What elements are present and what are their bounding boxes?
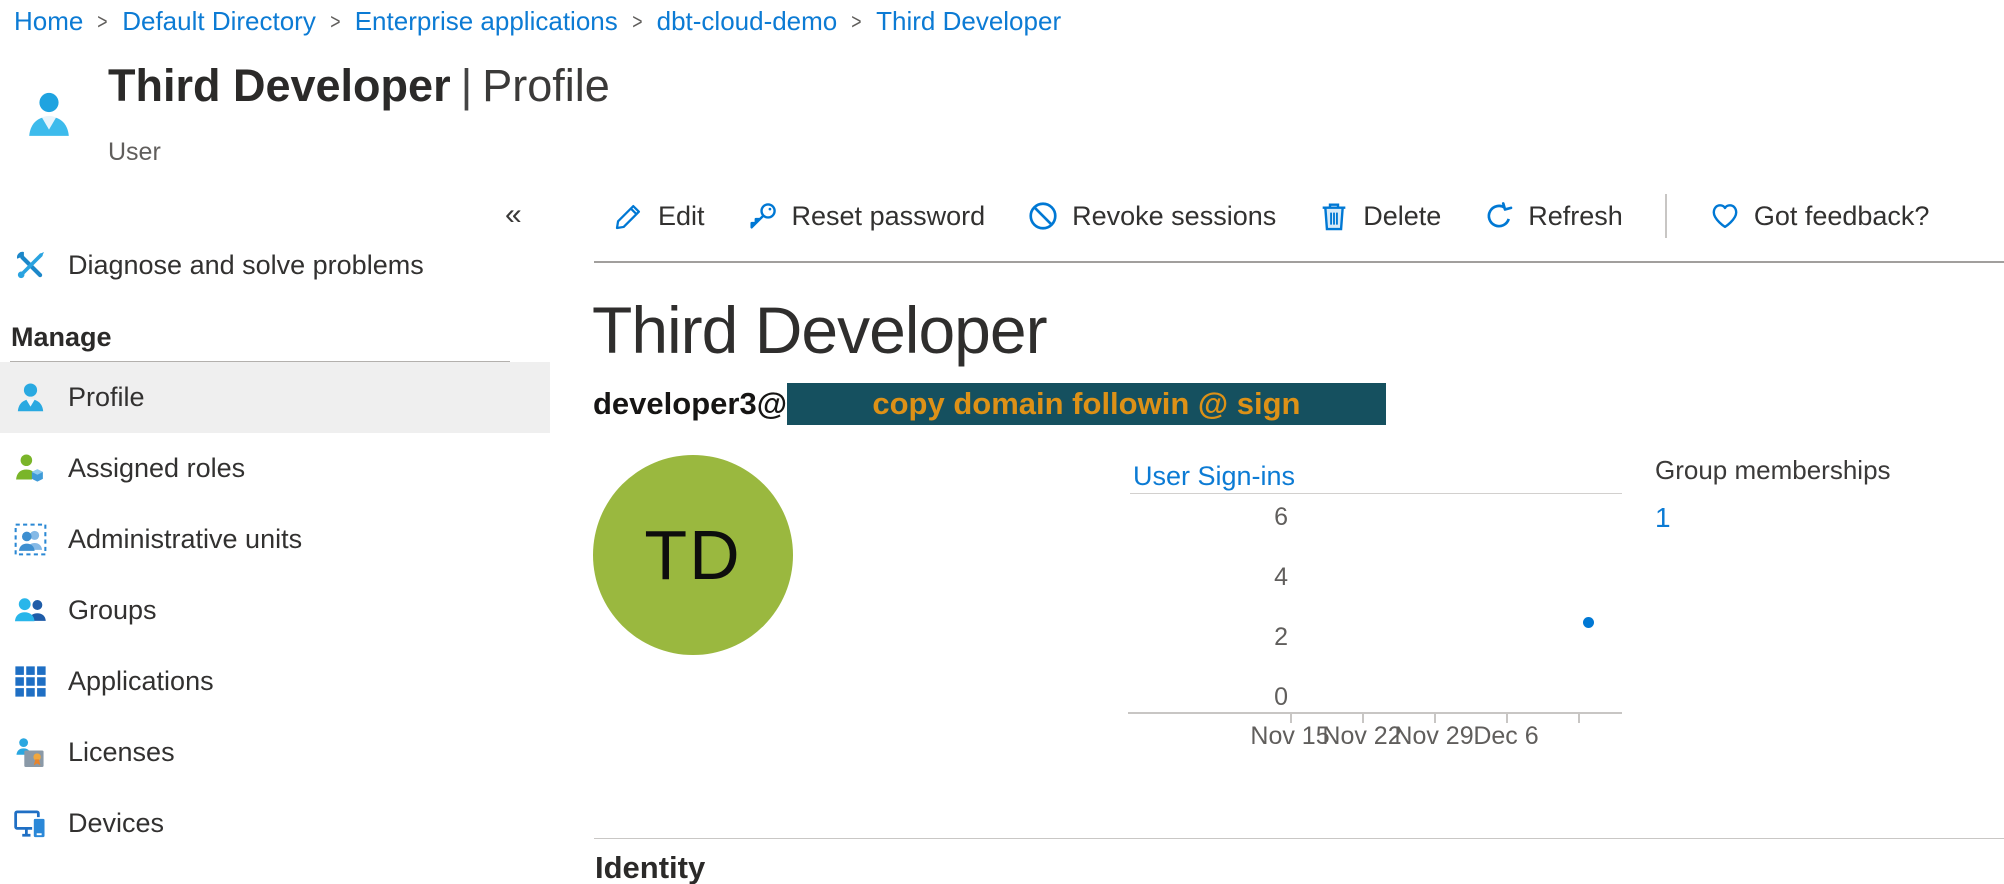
sidebar-item-diagnose[interactable]: Diagnose and solve problems [0, 230, 550, 300]
sidebar-item-groups[interactable]: Groups [0, 575, 550, 646]
toolbar-button-label: Delete [1363, 201, 1441, 232]
breadcrumb-separator: > [320, 9, 351, 35]
toolbar-separator [1665, 194, 1667, 238]
x-axis-tick [1578, 714, 1580, 723]
sidebar-item-licenses[interactable]: Licenses [0, 717, 550, 788]
breadcrumb-separator: > [841, 9, 872, 35]
group-memberships-label: Group memberships [1655, 455, 1891, 486]
page-title-separator: | [451, 60, 483, 111]
page-title-name: Third Developer [108, 60, 451, 111]
user-display-name: Third Developer [592, 292, 1047, 368]
sidebar-item-profile[interactable]: Profile [0, 362, 550, 433]
groups-icon [14, 594, 47, 627]
reset-password-button[interactable]: Reset password [747, 200, 986, 232]
toolbar-button-label: Revoke sessions [1072, 201, 1276, 232]
block-icon [1027, 200, 1059, 232]
sidebar-item-applications[interactable]: Applications [0, 646, 550, 717]
sidebar-item-label: Groups [68, 595, 157, 626]
breadcrumb: Home>Default Directory>Enterprise applic… [14, 6, 1061, 37]
user-avatar-icon [24, 80, 74, 150]
signin-data-point [1583, 617, 1594, 628]
refresh-icon [1483, 200, 1515, 232]
diagnose-tools-icon [14, 249, 47, 282]
breadcrumb-separator: > [87, 9, 118, 35]
page-title-section: Profile [482, 60, 610, 111]
collapse-menu-icon[interactable]: « [505, 198, 522, 232]
command-bar: Edit Reset password Revoke sessions Delete R… [613, 192, 1929, 240]
sidebar-item-label: Profile [68, 382, 145, 413]
breadcrumb-item-default-directory[interactable]: Default Directory [122, 6, 316, 37]
heart-icon [1709, 200, 1741, 232]
identity-section-heading: Identity [595, 850, 705, 884]
sidebar-nav: Profile Assigned roles Administrative unit… [0, 362, 550, 859]
sidebar-item-assigned-roles[interactable]: Assigned roles [0, 433, 550, 504]
toolbar-button-label: Reset password [792, 201, 986, 232]
sidebar-item-label: Assigned roles [68, 453, 245, 484]
sidebar-item-label: Applications [68, 666, 214, 697]
user-signins-chart: User Sign-ins 6420Nov 15Nov 22Nov 29Dec … [1128, 450, 1622, 760]
group-memberships-block: Group memberships 1 [1655, 455, 1891, 534]
toolbar-button-label: Refresh [1528, 201, 1623, 232]
user-signins-link[interactable]: User Sign-ins [1133, 461, 1295, 492]
page-title: Third Developer|Profile [108, 60, 610, 112]
toolbar-button-label: Edit [658, 201, 705, 232]
breadcrumb-separator: > [622, 9, 653, 35]
section-divider [594, 838, 2004, 839]
breadcrumb-item-third-developer[interactable]: Third Developer [876, 6, 1061, 37]
trash-icon [1318, 200, 1350, 232]
profile-person-icon [14, 381, 47, 414]
upn-domain-redaction-overlay: copy domain followin @ sign [787, 383, 1386, 425]
y-axis-tick-label: 2 [1128, 622, 1288, 652]
applications-grid-icon [14, 665, 47, 698]
pencil-icon [613, 200, 645, 232]
y-axis-tick-label: 6 [1128, 502, 1288, 532]
user-profile-blade: Home>Default Directory>Enterprise applic… [0, 0, 2004, 884]
key-icon [747, 200, 779, 232]
sidebar-item-administrative-units[interactable]: Administrative units [0, 504, 550, 575]
y-axis-tick-label: 0 [1128, 682, 1288, 712]
breadcrumb-item-enterprise-applications[interactable]: Enterprise applications [355, 6, 618, 37]
group-memberships-count-link[interactable]: 1 [1655, 502, 1891, 534]
sidebar-item-label: Devices [68, 808, 164, 839]
breadcrumb-item-dbt-cloud-demo[interactable]: dbt-cloud-demo [657, 6, 838, 37]
edit-button[interactable]: Edit [613, 200, 705, 232]
upn-prefix: developer3@ [593, 386, 787, 422]
sidebar-item-label: Administrative units [68, 524, 302, 555]
x-axis-tick-label: Dec 6 [1446, 722, 1566, 751]
chart-top-divider [1130, 493, 1622, 494]
avatar: TD [593, 455, 793, 655]
revoke-sessions-button[interactable]: Revoke sessions [1027, 200, 1276, 232]
devices-icon [14, 807, 47, 840]
toolbar-button-label: Got feedback? [1754, 201, 1930, 232]
sidebar-item-label: Licenses [68, 737, 175, 768]
sidebar-item-devices[interactable]: Devices [0, 788, 550, 859]
administrative-units-icon [14, 523, 47, 556]
y-axis-tick-label: 4 [1128, 562, 1288, 592]
assigned-roles-icon [14, 452, 47, 485]
breadcrumb-item-home[interactable]: Home [14, 6, 83, 37]
got-feedback--button[interactable]: Got feedback? [1709, 200, 1930, 232]
sidebar: Diagnose and solve problems Manage Profi… [0, 230, 550, 859]
page-subtitle: User [108, 138, 161, 167]
licenses-icon [14, 736, 47, 769]
refresh-button[interactable]: Refresh [1483, 200, 1623, 232]
sidebar-section-manage: Manage [0, 300, 550, 361]
user-principal-name: developer3@ copy domain followin @ sign [593, 383, 1386, 425]
delete-button[interactable]: Delete [1318, 200, 1441, 232]
sidebar-item-label: Diagnose and solve problems [68, 250, 424, 281]
command-bar-divider [594, 261, 2004, 263]
chart-x-axis [1128, 712, 1622, 714]
